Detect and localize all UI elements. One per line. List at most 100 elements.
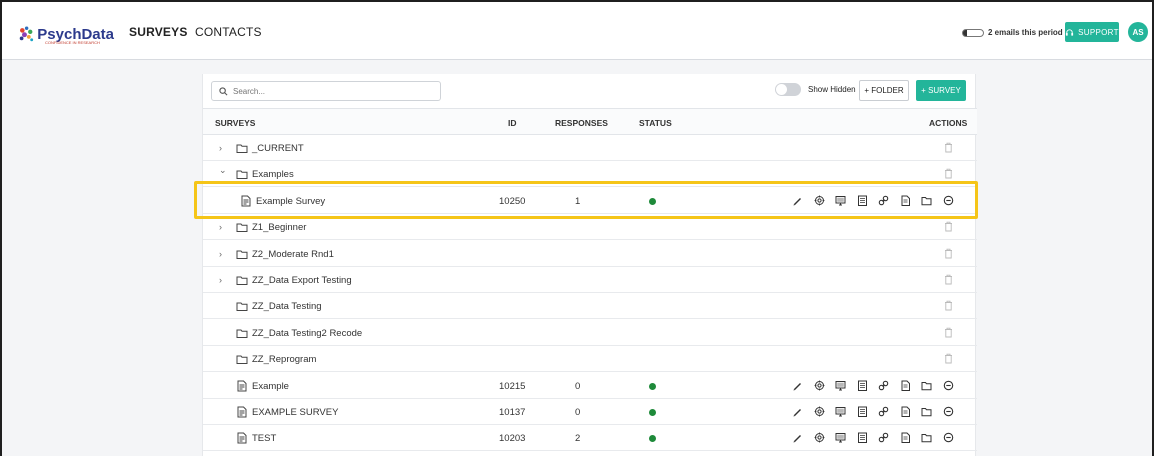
survey-row[interactable]: Example Survey 10250 1 bbox=[203, 188, 977, 214]
show-hidden-label: Show Hidden bbox=[808, 85, 856, 94]
link-icon[interactable] bbox=[878, 195, 889, 206]
report-icon[interactable] bbox=[857, 406, 868, 417]
target-icon[interactable] bbox=[814, 380, 825, 391]
chevron-right-icon[interactable]: › bbox=[219, 143, 222, 153]
row-name[interactable]: EXAMPLE SURVEY bbox=[252, 407, 338, 418]
preview-icon[interactable] bbox=[835, 406, 846, 417]
preview-icon[interactable] bbox=[835, 195, 846, 206]
column-header-status[interactable]: STATUS bbox=[639, 118, 672, 128]
folder-row[interactable]: ZZ_Data Testing2 Recode bbox=[203, 320, 977, 346]
report-icon[interactable] bbox=[857, 380, 868, 391]
folder-row[interactable]: ⌄ Examples bbox=[203, 161, 977, 188]
document-icon[interactable] bbox=[900, 195, 911, 206]
folder-move-icon[interactable] bbox=[921, 380, 932, 391]
column-header-id[interactable]: ID bbox=[508, 118, 517, 128]
target-icon[interactable] bbox=[814, 406, 825, 417]
trash-icon[interactable] bbox=[944, 221, 953, 232]
trash-icon[interactable] bbox=[944, 142, 953, 153]
row-name[interactable]: ZZ_Reprogram bbox=[252, 354, 316, 365]
document-icon[interactable] bbox=[900, 406, 911, 417]
row-id: 10137 bbox=[499, 407, 526, 418]
add-survey-button[interactable]: + SURVEY bbox=[916, 80, 966, 101]
report-icon[interactable] bbox=[857, 195, 868, 206]
link-icon[interactable] bbox=[878, 432, 889, 443]
link-icon[interactable] bbox=[878, 406, 889, 417]
chevron-right-icon[interactable]: › bbox=[219, 222, 222, 232]
folder-row[interactable]: › Z2_Moderate Rnd1 bbox=[203, 241, 977, 267]
row-name[interactable]: ZZ_Data Testing bbox=[252, 301, 322, 312]
document-icon[interactable] bbox=[900, 380, 911, 391]
folder-move-icon[interactable] bbox=[921, 195, 932, 206]
edit-icon[interactable] bbox=[792, 432, 803, 443]
folder-icon bbox=[236, 170, 248, 180]
deactivate-icon[interactable] bbox=[943, 380, 954, 391]
folder-row[interactable]: › ZZ_Data Export Testing bbox=[203, 267, 977, 293]
nav-contacts[interactable]: CONTACTS bbox=[195, 25, 262, 39]
trash-icon[interactable] bbox=[944, 353, 953, 364]
survey-row[interactable]: EXAMPLE SURVEY 10137 0 bbox=[203, 399, 977, 425]
target-icon[interactable] bbox=[814, 432, 825, 443]
row-name[interactable]: TEST bbox=[252, 433, 276, 444]
support-button[interactable]: SUPPORT bbox=[1065, 22, 1119, 42]
folder-row[interactable]: › Z1_Beginner bbox=[203, 214, 977, 241]
trash-icon[interactable] bbox=[944, 274, 953, 285]
trash-icon[interactable] bbox=[944, 300, 953, 311]
survey-row[interactable]: Example 10215 0 bbox=[203, 373, 977, 399]
nav-surveys[interactable]: SURVEYS bbox=[129, 25, 188, 39]
deactivate-icon[interactable] bbox=[943, 195, 954, 206]
deactivate-icon[interactable] bbox=[943, 406, 954, 417]
trash-icon[interactable] bbox=[944, 327, 953, 338]
logo-tagline: CONFIDENCE IN RESEARCH bbox=[45, 40, 100, 45]
folder-row[interactable]: ZZ_Data Testing bbox=[203, 293, 977, 320]
edit-icon[interactable] bbox=[792, 195, 803, 206]
edit-icon[interactable] bbox=[792, 380, 803, 391]
row-name[interactable]: Z2_Moderate Rnd1 bbox=[252, 249, 334, 260]
surveys-panel: Show Hidden + FOLDER + SURVEY SURVEYS ID… bbox=[202, 74, 977, 456]
preview-icon[interactable] bbox=[835, 380, 846, 391]
preview-icon[interactable] bbox=[835, 432, 846, 443]
row-name[interactable]: ZZ_Data Export Testing bbox=[252, 275, 352, 286]
row-name[interactable]: Example bbox=[252, 381, 289, 392]
trash-icon[interactable] bbox=[944, 168, 953, 179]
row-name[interactable]: ZZ_Data Testing2 Recode bbox=[252, 328, 362, 339]
user-avatar[interactable]: AS bbox=[1128, 22, 1148, 42]
folder-icon bbox=[236, 329, 248, 338]
document-icon bbox=[237, 432, 247, 444]
support-label: SUPPORT bbox=[1078, 27, 1119, 37]
row-responses: 0 bbox=[575, 407, 581, 418]
chevron-down-icon[interactable]: ⌄ bbox=[219, 165, 227, 176]
folder-row[interactable]: ZZ_Reprogram bbox=[203, 346, 977, 373]
report-icon[interactable] bbox=[857, 432, 868, 444]
chevron-right-icon[interactable]: › bbox=[219, 275, 222, 285]
target-icon[interactable] bbox=[814, 195, 825, 206]
trash-icon[interactable] bbox=[944, 248, 953, 259]
document-icon[interactable] bbox=[900, 432, 911, 444]
link-icon[interactable] bbox=[878, 380, 889, 391]
column-header-responses[interactable]: RESPONSES bbox=[555, 118, 608, 128]
folder-icon bbox=[236, 355, 248, 365]
folder-row[interactable]: › _CURRENT bbox=[203, 135, 977, 161]
folder-move-icon[interactable] bbox=[921, 432, 932, 443]
row-name[interactable]: Examples bbox=[252, 169, 294, 180]
psychdata-logo[interactable]: PsychData CONFIDENCE IN RESEARCH bbox=[18, 20, 114, 48]
document-icon bbox=[241, 195, 251, 207]
row-name[interactable]: Z1_Beginner bbox=[252, 222, 306, 233]
search-input[interactable] bbox=[233, 86, 423, 96]
column-header-surveys[interactable]: SURVEYS bbox=[215, 118, 255, 128]
search-box[interactable] bbox=[211, 81, 441, 101]
folder-move-icon[interactable] bbox=[921, 406, 932, 417]
add-folder-button[interactable]: + FOLDER bbox=[859, 80, 909, 101]
row-name[interactable]: Example Survey bbox=[256, 196, 325, 207]
row-responses: 0 bbox=[575, 380, 581, 392]
survey-row[interactable]: TEST 10203 2 bbox=[203, 425, 977, 452]
show-hidden-toggle[interactable] bbox=[775, 83, 801, 96]
folder-icon bbox=[236, 250, 248, 259]
row-name[interactable]: _CURRENT bbox=[252, 143, 304, 154]
document-icon bbox=[237, 380, 247, 392]
row-responses: 1 bbox=[575, 195, 581, 207]
chevron-right-icon[interactable]: › bbox=[219, 249, 222, 259]
folder-icon bbox=[236, 302, 248, 312]
folder-icon bbox=[236, 223, 248, 233]
deactivate-icon[interactable] bbox=[943, 432, 954, 443]
edit-icon[interactable] bbox=[792, 406, 803, 417]
